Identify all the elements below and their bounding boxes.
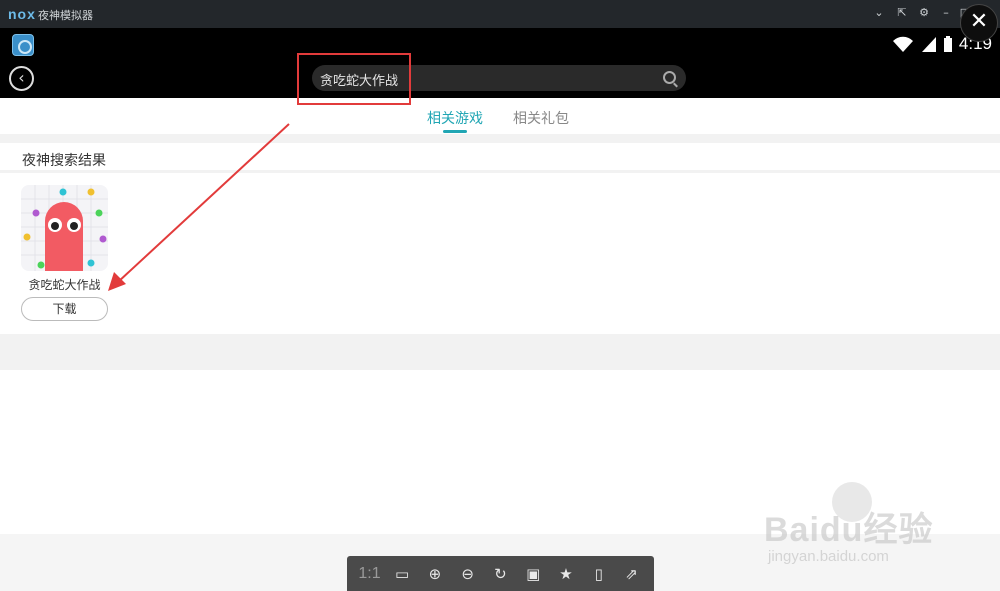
minimize-icon[interactable]: – [939,6,953,19]
android-status-bar [0,28,1000,56]
app-icon [12,34,34,56]
nox-logo: nox [8,6,36,22]
rotate-icon[interactable]: ↻ [489,565,511,583]
emulator-toolbar: 1:1 ▭ ⊕ ⊖ ↻ ▣ ★ ▯ ⇗ [347,556,654,591]
back-button[interactable]: ‹ [9,66,34,91]
tab-related-games[interactable]: 相关游戏 [427,108,483,128]
tab-related-gifts[interactable]: 相关礼包 [513,108,569,128]
close-button[interactable]: ✕ [960,4,998,42]
share-icon[interactable]: ⇗ [621,565,643,583]
divider [0,170,1000,173]
window-title: 夜神模拟器 [38,9,93,22]
ratio-button[interactable]: 1:1 [358,565,380,583]
baidu-watermark: Baidu经验 jingyan.baidu.com [760,480,960,570]
download-button[interactable]: 下载 [21,297,108,321]
game-name[interactable]: 贪吃蛇大作战 [21,276,108,293]
watermark-brand: Baidu经验 [764,511,934,549]
battery-icon [943,36,952,52]
active-tab-indicator [443,130,467,133]
collapse-icon[interactable]: ⌄ [872,6,886,19]
divider [0,134,1000,143]
watermark-url: jingyan.baidu.com [768,548,889,565]
search-icon[interactable] [663,71,676,84]
game-icon[interactable] [21,185,108,271]
wifi-icon [892,36,913,52]
pin-icon[interactable]: ⇱ [895,6,909,19]
tablet-icon[interactable]: ▯ [588,565,610,583]
signal-icon [921,37,936,52]
zoom-out-icon[interactable]: ⊖ [457,565,479,583]
divider [0,334,1000,370]
section-title: 夜神搜索结果 [22,153,106,169]
settings-icon[interactable]: ⚙ [917,6,931,19]
fullscreen-icon[interactable]: ▭ [391,565,413,583]
annotation-highlight-box [297,53,411,105]
snake-game-artwork [21,185,108,271]
window-title-bar: nox 夜神模拟器 ⌄ ⇱ ⚙ – □ [0,0,1000,28]
save-icon[interactable]: ▣ [522,565,544,583]
bookmark-icon[interactable]: ★ [555,565,577,583]
zoom-in-icon[interactable]: ⊕ [424,565,446,583]
